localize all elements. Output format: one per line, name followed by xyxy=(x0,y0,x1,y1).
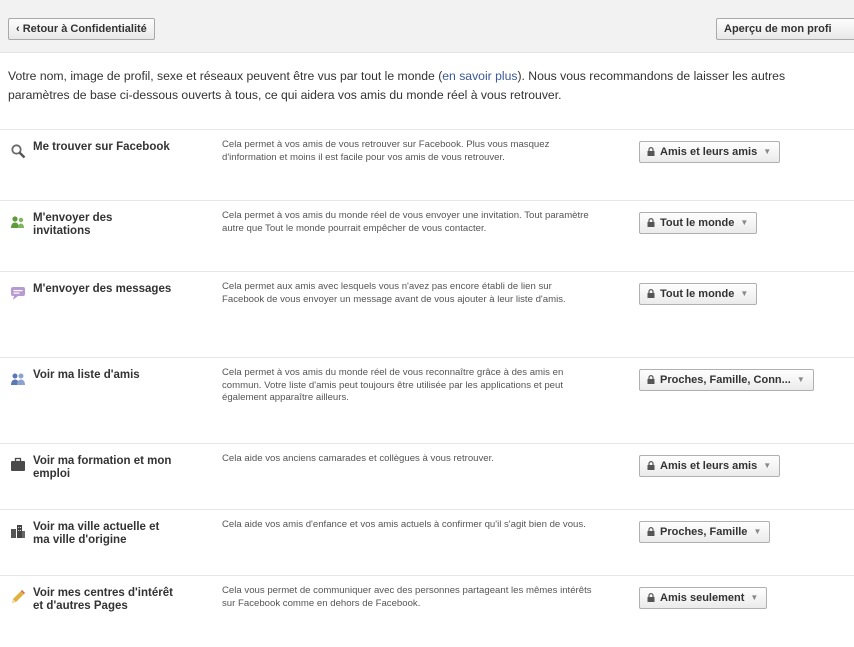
friends-list-icon xyxy=(10,371,26,387)
lock-icon xyxy=(647,218,655,227)
setting-title: Voir mes centres d'intérêt et d'autres P… xyxy=(33,587,173,612)
top-toolbar: ‹ Retour à Confidentialité Aperçu de mon… xyxy=(0,0,854,53)
dropdown-value: Tout le monde xyxy=(660,217,735,229)
setting-title: M'envoyer des invitations xyxy=(33,212,113,237)
pencil-icon xyxy=(10,589,26,605)
intro-text: Votre nom, image de profil, sexe et rése… xyxy=(8,67,843,105)
privacy-dropdown[interactable]: Tout le monde ▼ xyxy=(639,212,758,234)
profile-preview-button[interactable]: Aperçu de mon profi xyxy=(716,18,854,40)
caret-down-icon: ▼ xyxy=(750,593,759,602)
caret-down-icon: ▼ xyxy=(740,218,749,227)
setting-description: Cela aide vos anciens camarades et collè… xyxy=(222,453,494,464)
privacy-dropdown[interactable]: Proches, Famille, Conn... ▼ xyxy=(639,369,814,391)
setting-title: Me trouver sur Facebook xyxy=(33,141,170,153)
dropdown-value: Proches, Famille, Conn... xyxy=(660,374,791,386)
dropdown-value: Amis et leurs amis xyxy=(660,146,758,158)
setting-row-cities: Voir ma ville actuelle et ma ville d'ori… xyxy=(0,509,854,581)
setting-title: Voir ma ville actuelle et ma ville d'ori… xyxy=(33,521,160,546)
friend-request-icon xyxy=(10,214,26,230)
caret-down-icon: ▼ xyxy=(796,375,805,384)
lock-icon xyxy=(647,289,655,298)
setting-description: Cela permet à vos amis du monde réel de … xyxy=(222,367,564,403)
privacy-dropdown[interactable]: Tout le monde ▼ xyxy=(639,283,758,305)
briefcase-icon xyxy=(10,457,26,473)
setting-row-messages: M'envoyer des messages Cela permet aux a… xyxy=(0,271,854,343)
dropdown-value: Amis seulement xyxy=(660,592,745,604)
back-to-privacy-button[interactable]: ‹ Retour à Confidentialité xyxy=(8,18,155,40)
learn-more-link[interactable]: en savoir plus xyxy=(442,69,517,83)
lock-icon xyxy=(647,593,655,602)
privacy-dropdown[interactable]: Amis seulement ▼ xyxy=(639,587,768,609)
dropdown-value: Tout le monde xyxy=(660,288,735,300)
setting-row-find-me: Me trouver sur Facebook Cela permet à vo… xyxy=(0,129,854,201)
setting-row-education-work: Voir ma formation et mon emploi Cela aid… xyxy=(0,443,854,515)
setting-description: Cela permet à vos amis de vous retrouver… xyxy=(222,139,550,163)
setting-row-friends-list: Voir ma liste d'amis Cela permet à vos a… xyxy=(0,357,854,429)
privacy-dropdown[interactable]: Amis et leurs amis ▼ xyxy=(639,455,781,477)
setting-row-interests: Voir mes centres d'intérêt et d'autres P… xyxy=(0,575,854,647)
caret-down-icon: ▼ xyxy=(753,527,762,536)
setting-description: Cela aide vos amis d'enfance et vos amis… xyxy=(222,519,586,530)
intro-text-before: Votre nom, image de profil, sexe et rése… xyxy=(8,69,443,83)
message-icon xyxy=(10,285,26,301)
setting-title: Voir ma liste d'amis xyxy=(33,369,140,381)
lock-icon xyxy=(647,375,655,384)
privacy-dropdown[interactable]: Amis et leurs amis ▼ xyxy=(639,141,781,163)
setting-description: Cela permet à vos amis du monde réel de … xyxy=(222,210,589,234)
city-icon xyxy=(10,523,26,539)
setting-description: Cela vous permet de communiquer avec des… xyxy=(222,585,592,609)
search-icon xyxy=(10,143,26,159)
lock-icon xyxy=(647,461,655,470)
setting-title: Voir ma formation et mon emploi xyxy=(33,455,172,480)
lock-icon xyxy=(647,527,655,536)
setting-title: M'envoyer des messages xyxy=(33,283,172,295)
setting-row-invitations: M'envoyer des invitations Cela permet à … xyxy=(0,200,854,272)
caret-down-icon: ▼ xyxy=(763,147,772,156)
dropdown-value: Proches, Famille xyxy=(660,526,748,538)
dropdown-value: Amis et leurs amis xyxy=(660,460,758,472)
caret-down-icon: ▼ xyxy=(740,289,749,298)
caret-down-icon: ▼ xyxy=(763,461,772,470)
lock-icon xyxy=(647,147,655,156)
setting-description: Cela permet aux amis avec lesquels vous … xyxy=(222,281,566,305)
privacy-dropdown[interactable]: Proches, Famille ▼ xyxy=(639,521,771,543)
